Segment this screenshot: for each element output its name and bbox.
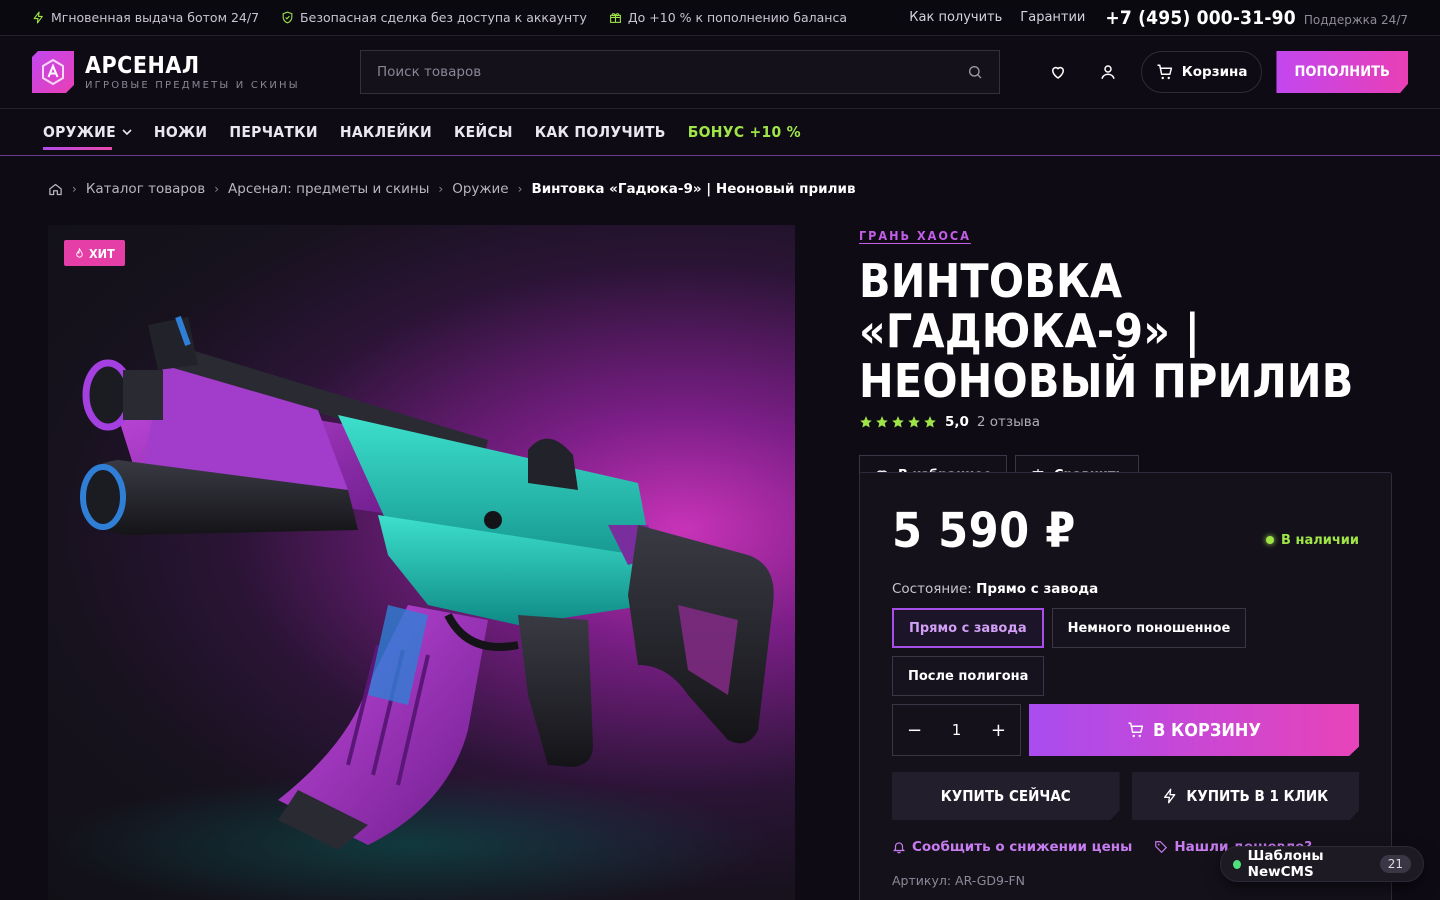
star-icon (860, 416, 872, 428)
quantity-value[interactable]: 1 (952, 721, 962, 739)
condition-selected-value: Прямо с завода (976, 581, 1099, 597)
price-alert-link[interactable]: Сообщить о снижении цены (892, 839, 1132, 855)
link-guarantees[interactable]: Гарантии (1020, 10, 1085, 25)
support-hours: Поддержка 24/7 (1303, 12, 1408, 27)
cart-icon (1128, 722, 1144, 738)
condition-label-text: Состояние: (892, 581, 972, 597)
breadcrumb: › Каталог товаров › Арсенал: предметы и … (48, 181, 856, 197)
nav-item-knives[interactable]: НОЖИ (154, 123, 207, 141)
nav-item-cases[interactable]: КЕЙСЫ (454, 123, 513, 141)
online-dot (1233, 859, 1241, 869)
cart-icon (1157, 64, 1172, 80)
stock-label: В наличии (1281, 532, 1359, 548)
buy-now-button[interactable]: КУПИТЬ СЕЙЧАС (892, 772, 1120, 820)
search-box (360, 50, 1000, 94)
stock-dot (1266, 536, 1275, 544)
home-icon[interactable] (48, 182, 63, 197)
perk-instant: Мгновенная выдача ботом 24/7 (32, 10, 259, 25)
chevron-right-icon: › (214, 182, 220, 196)
star-rating (859, 415, 937, 429)
logo[interactable]: АРСЕНАЛ ИГРОВЫЕ ПРЕДМЕТЫ И СКИНЫ (32, 51, 360, 93)
increase-button[interactable]: + (991, 720, 1006, 741)
cart-button[interactable]: Корзина (1140, 51, 1263, 93)
nav-item-bonus[interactable]: БОНУС +10 % (688, 123, 801, 141)
bell-icon (892, 842, 906, 854)
user-icon (1101, 65, 1115, 79)
chevron-right-icon: › (438, 182, 444, 196)
nav-item-weapons[interactable]: ОРУЖИЕ (43, 123, 132, 150)
rifle-illustration (48, 315, 774, 900)
nav-item-how-to-get[interactable]: КАК ПОЛУЧИТЬ (535, 123, 666, 141)
condition-option-field-tested[interactable]: После полигона (892, 656, 1045, 696)
add-to-cart-label: В КОРЗИНУ (1153, 719, 1261, 741)
site-header: АРСЕНАЛ ИГРОВЫЕ ПРЕДМЕТЫ И СКИНЫ Корзина… (0, 36, 1440, 109)
condition-option-factory-new[interactable]: Прямо с завода (892, 608, 1044, 648)
templates-count: 21 (1379, 855, 1411, 873)
logo-icon (32, 51, 74, 93)
breadcrumb-current: Винтовка «Гадюка-9» | Неоновый прилив (531, 181, 856, 197)
perk-bonus: До +10 % к пополнению баланса (609, 10, 847, 25)
top-bar: Мгновенная выдача ботом 24/7 Безопасная … (0, 0, 1440, 36)
star-icon (876, 416, 888, 428)
one-click-button[interactable]: КУПИТЬ В 1 КЛИК (1131, 772, 1359, 820)
heart-icon (1051, 66, 1064, 79)
brand-name: АРСЕНАЛ (85, 52, 200, 79)
templates-widget[interactable]: Шаблоны NewCMS 21 (1220, 846, 1424, 882)
star-icon (924, 416, 936, 428)
topup-button[interactable]: ПОПОЛНИТЬ (1276, 51, 1408, 93)
price-alert-label: Сообщить о снижении цены (912, 839, 1133, 855)
nav-item-gloves[interactable]: ПЕРЧАТКИ (229, 123, 317, 141)
chevron-right-icon: › (517, 182, 523, 196)
rating: 5,0 2 отзыва (859, 414, 1392, 430)
favorites-button[interactable] (1037, 51, 1079, 93)
perk-safe: Безопасная сделка без доступа к аккаунту (281, 10, 587, 25)
gift-icon (609, 13, 621, 23)
condition-options: Прямо с завода Немного поношенное После … (892, 608, 1252, 696)
product-title: ВИНТОВКА «ГАДЮКА-9» | НЕОНОВЫЙ ПРИЛИВ (859, 254, 1354, 408)
templates-label: Шаблоны NewCMS (1247, 848, 1324, 880)
phone-number[interactable]: +7 (495) 000-31-90 (1105, 7, 1295, 29)
reviews-link[interactable]: 2 отзыва (977, 414, 1040, 430)
breadcrumb-arsenal[interactable]: Арсенал: предметы и скины (228, 181, 429, 197)
chevron-down-icon (122, 129, 132, 136)
perk-text: До +10 % к пополнению баланса (627, 10, 848, 25)
condition-label: Состояние: Прямо с завода (892, 581, 1359, 597)
brand-link[interactable]: ГРАНЬ ХАОСА (859, 228, 971, 243)
fire-icon (76, 247, 83, 258)
star-icon (908, 416, 920, 428)
condition-option-minimal-wear[interactable]: Немного поношенное (1051, 608, 1247, 648)
buy-box: 5 590 ₽ В наличии Состояние: Прямо с зав… (859, 472, 1392, 900)
perk-text: Безопасная сделка без доступа к аккаунту (300, 10, 587, 25)
shield-icon (282, 11, 293, 24)
add-to-cart-button[interactable]: В КОРЗИНУ (1029, 704, 1359, 756)
search-icon[interactable] (967, 64, 983, 80)
search-input[interactable] (377, 64, 937, 80)
rating-score: 5,0 (945, 414, 969, 430)
cart-label: Корзина (1181, 64, 1248, 80)
account-button[interactable] (1087, 51, 1129, 93)
brand-tagline: ИГРОВЫЕ ПРЕДМЕТЫ И СКИНЫ (85, 79, 300, 91)
product-price: 5 590 ₽ (892, 503, 1076, 559)
link-how-to-get[interactable]: Как получить (909, 10, 1002, 25)
decrease-button[interactable]: − (907, 720, 922, 741)
tag-icon (1155, 841, 1168, 854)
breadcrumb-catalog[interactable]: Каталог товаров (86, 181, 205, 197)
quantity-stepper: − 1 + (892, 704, 1021, 756)
product-info: ГРАНЬ ХАОСА ВИНТОВКА «ГАДЮКА-9» | НЕОНОВ… (859, 225, 1392, 495)
chevron-right-icon: › (72, 182, 77, 196)
stock-status: В наличии (1266, 533, 1359, 548)
hit-badge-label: ХИТ (89, 245, 115, 261)
nav-item-label: ОРУЖИЕ (43, 123, 116, 141)
product-image[interactable]: ХИТ (48, 225, 795, 900)
lightning-icon (33, 11, 43, 24)
nav-item-stickers[interactable]: НАКЛЕЙКИ (340, 123, 432, 141)
hit-badge: ХИТ (64, 240, 125, 266)
main-nav: ОРУЖИЕ НОЖИ ПЕРЧАТКИ НАКЛЕЙКИ КЕЙСЫ КАК … (0, 109, 1440, 156)
breadcrumb-weapons[interactable]: Оружие (452, 181, 508, 197)
perk-text: Мгновенная выдача ботом 24/7 (51, 10, 260, 25)
lightning-icon (1164, 788, 1176, 804)
star-icon (892, 416, 904, 428)
one-click-label: КУПИТЬ В 1 КЛИК (1186, 787, 1329, 805)
